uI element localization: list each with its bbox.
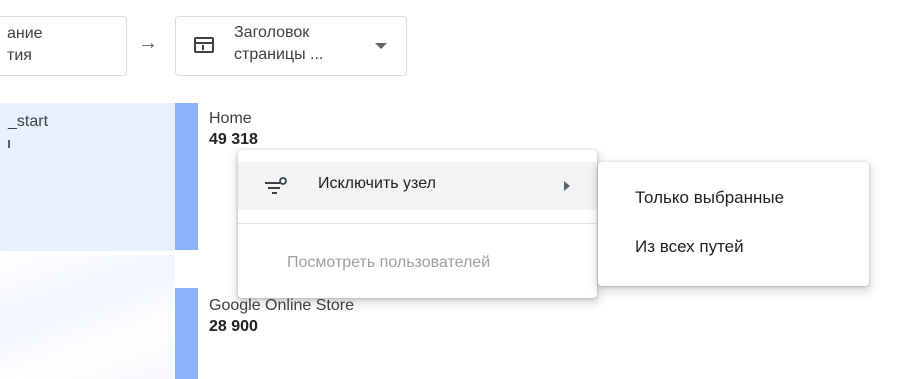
menu-divider xyxy=(238,223,597,224)
flow-node-home-label: Home xyxy=(209,110,252,127)
flow-node-google-online-store-bar[interactable] xyxy=(175,288,198,379)
table-header-icon xyxy=(194,37,214,53)
submenu-item-from-all-paths[interactable]: Из всех путей xyxy=(635,237,744,257)
chevron-right-icon xyxy=(564,181,570,191)
step-chip-previous-label: ание тия xyxy=(7,25,43,64)
exclude-node-submenu: Только выбранные Из всех путей xyxy=(598,162,869,286)
filter-remove-icon xyxy=(265,177,287,194)
menu-item-exclude-node[interactable]: Исключить узел xyxy=(238,162,597,210)
flow-node-home-bar[interactable] xyxy=(175,103,198,250)
flow-node-google-online-store-value: 28 900 xyxy=(209,318,258,335)
submenu-item-only-selected[interactable]: Только выбранные xyxy=(635,188,784,208)
menu-item-view-users: Посмотреть пользователей xyxy=(287,254,491,271)
arrow-right-icon: → xyxy=(138,32,158,54)
flow-connection xyxy=(0,255,175,379)
step-chip-previous[interactable]: ание тия xyxy=(0,16,127,76)
flow-node-home-value: 49 318 xyxy=(209,131,258,148)
flow-node-google-online-store-label: Google Online Store xyxy=(209,297,354,314)
node-context-menu: Исключить узел Посмотреть пользователей xyxy=(238,150,597,298)
step-chip-page-title-label: Заголовок страницы ... xyxy=(234,24,324,63)
menu-item-exclude-node-label: Исключить узел xyxy=(318,175,436,192)
caret-down-icon[interactable] xyxy=(375,43,387,49)
step-chip-page-title[interactable]: Заголовок страницы ... xyxy=(175,16,407,76)
flow-node-start-value-marker xyxy=(8,140,10,148)
flow-node-start-label: _start xyxy=(8,113,49,130)
